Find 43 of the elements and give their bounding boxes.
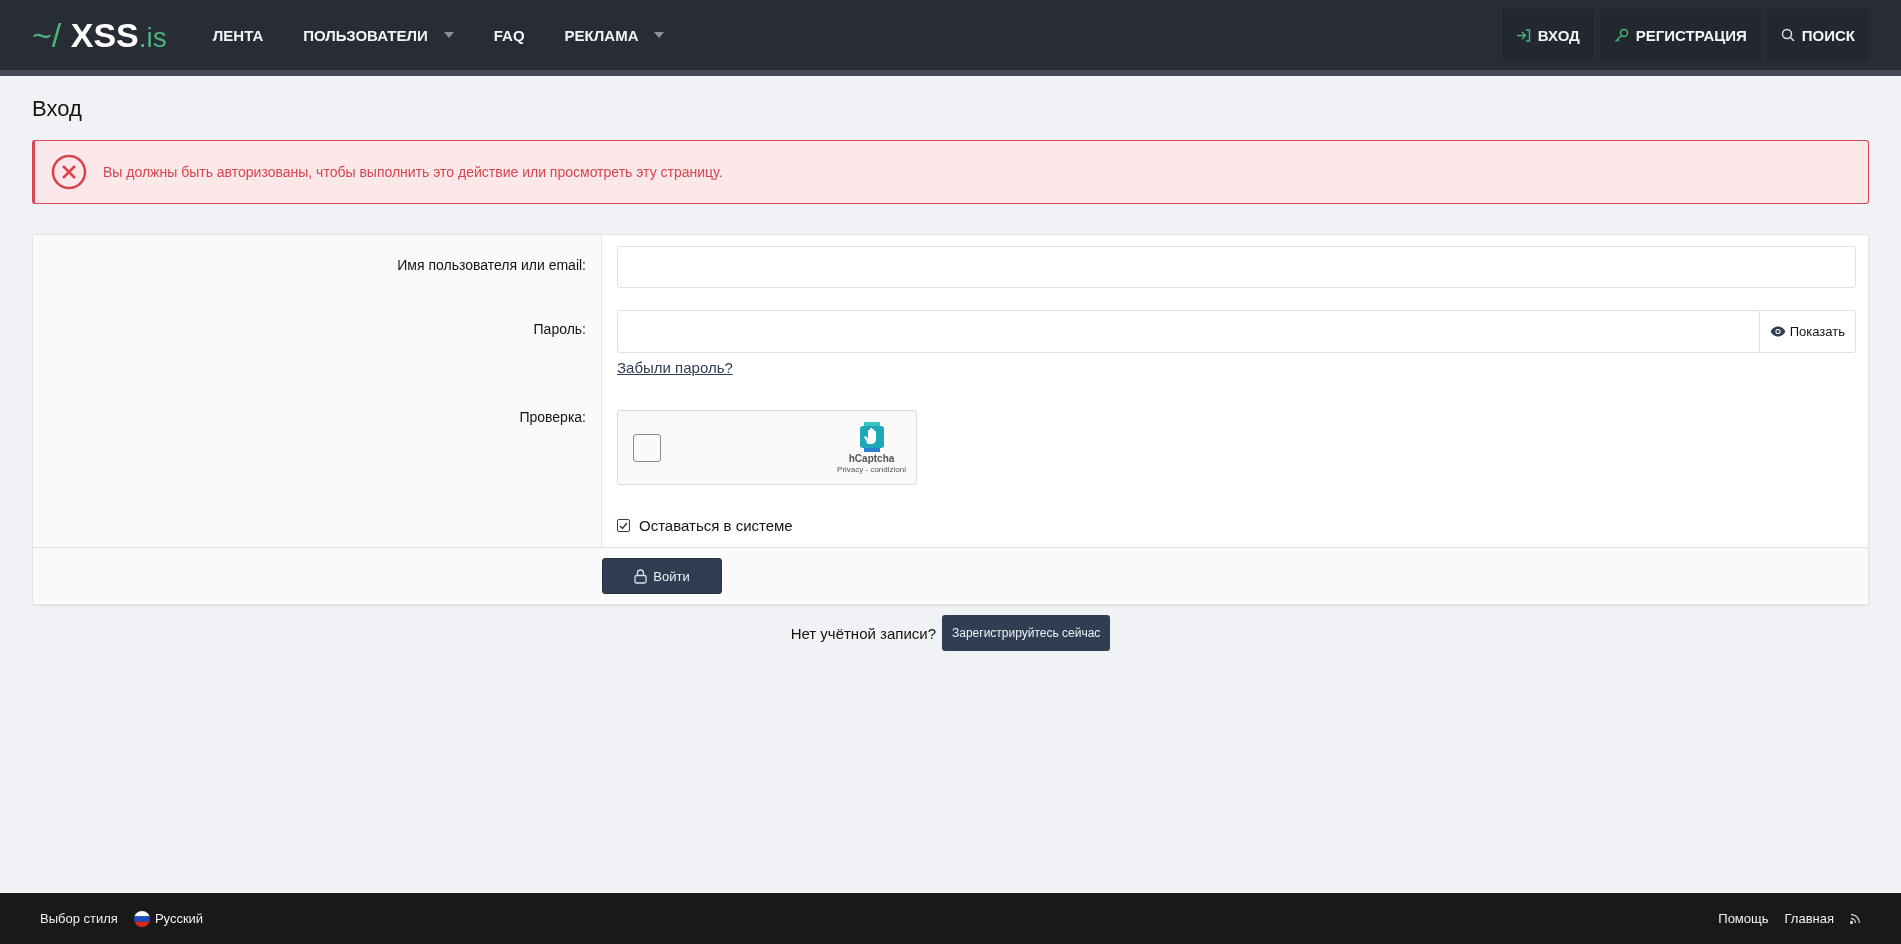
error-message: Вы должны быть авторизованы, чтобы выполнить это действие или просмотреть эту страницу. bbox=[103, 164, 723, 180]
register-now-button[interactable]: Зарегистрируйтесь сейчас bbox=[942, 615, 1111, 651]
action-label: ВХОД bbox=[1537, 26, 1580, 44]
action-label: ПОИСК bbox=[1801, 26, 1855, 44]
captcha-brand: hCaptcha bbox=[848, 452, 895, 464]
forgot-password-link[interactable]: Забыли пароль? bbox=[617, 359, 733, 376]
nav-tab[interactable]: РЕКЛАМА bbox=[544, 26, 685, 44]
style-chooser-link[interactable]: Выбор стиля bbox=[40, 911, 118, 926]
lock-icon bbox=[634, 568, 648, 584]
eye-icon bbox=[1769, 326, 1786, 337]
captcha-links[interactable]: Privacy - condizioni bbox=[837, 464, 906, 474]
header-action-button[interactable]: ПОИСК bbox=[1766, 9, 1869, 61]
username-input[interactable] bbox=[617, 246, 1856, 288]
captcha-checkbox[interactable] bbox=[633, 433, 661, 462]
password-input[interactable] bbox=[617, 310, 1759, 353]
login-button[interactable]: Войти bbox=[602, 558, 722, 594]
rss-icon[interactable] bbox=[1850, 913, 1861, 924]
page-title: Вход bbox=[32, 96, 83, 122]
key-icon bbox=[1613, 27, 1629, 43]
no-account-text: Нет учётной записи? bbox=[790, 624, 936, 642]
caret-icon bbox=[654, 32, 665, 38]
footer-link[interactable]: Главная bbox=[1784, 911, 1834, 926]
field-label: Проверка: bbox=[519, 409, 586, 425]
nav-tab[interactable]: ПОЛЬЗОВАТЕЛИ bbox=[283, 26, 474, 44]
error-circle-x-icon bbox=[51, 154, 87, 190]
hand-logo-icon bbox=[857, 421, 886, 452]
header-action-button[interactable]: ВХОД bbox=[1501, 9, 1594, 61]
show-password-button[interactable]: Показать bbox=[1758, 310, 1856, 353]
field-label: Имя пользователя или email: bbox=[397, 257, 586, 273]
site-logo[interactable]: ~/ XSS.is bbox=[32, 15, 167, 55]
field-label: Пароль: bbox=[533, 321, 586, 337]
remember-checkbox[interactable] bbox=[617, 519, 630, 532]
search-icon bbox=[1780, 28, 1795, 42]
language-link[interactable]: Русский bbox=[133, 910, 204, 927]
action-label: РЕГИСТРАЦИЯ bbox=[1635, 26, 1747, 44]
nav-tab[interactable]: FAQ bbox=[473, 26, 545, 44]
header-action-button[interactable]: РЕГИСТРАЦИЯ bbox=[1599, 9, 1761, 61]
footer-link[interactable]: Помощь bbox=[1718, 911, 1769, 926]
remember-label: Оставаться в системе bbox=[639, 517, 793, 534]
nav-tab[interactable]: ЛЕНТА bbox=[192, 26, 284, 44]
sign-in-icon bbox=[1515, 28, 1531, 42]
caret-icon bbox=[443, 32, 454, 38]
flag-icon bbox=[133, 910, 150, 927]
